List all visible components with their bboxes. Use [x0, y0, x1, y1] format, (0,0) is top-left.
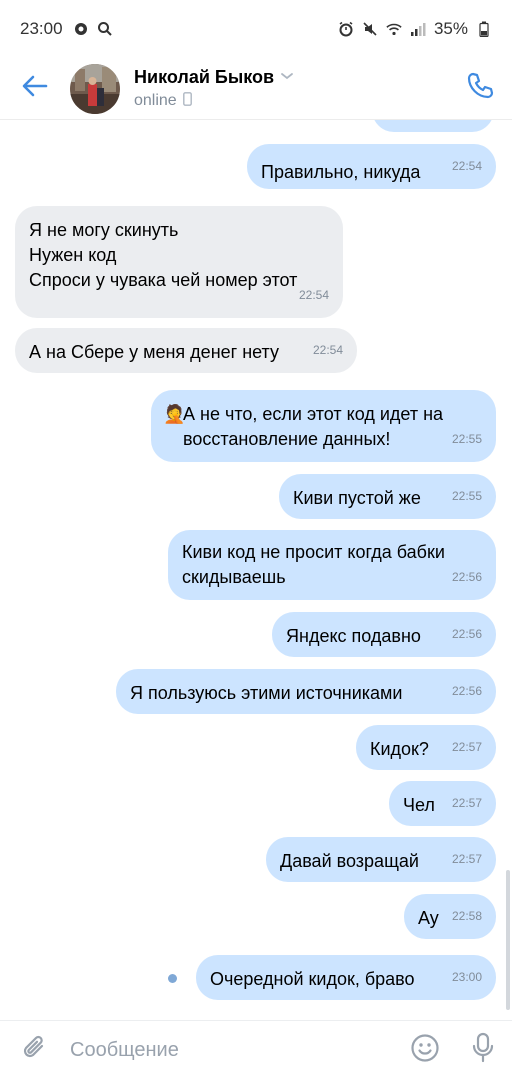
message-input[interactable]: [70, 1020, 396, 1080]
outgoing-message[interactable]: Чел 22:57: [389, 781, 496, 826]
message-text: Чел: [403, 795, 435, 815]
facepalm-emoji-icon: 🤦: [163, 404, 186, 424]
chat-header: Николай Быков online: [0, 58, 512, 120]
outgoing-message[interactable]: Киви пустой же 22:55: [279, 474, 496, 519]
message-time: 22:57: [451, 796, 482, 810]
message-text: Я не могу скинуть Нужен код Спроси у чув…: [29, 220, 298, 290]
attach-button[interactable]: [0, 1021, 70, 1080]
alarm-icon: [338, 21, 354, 37]
phone-icon: [465, 71, 495, 106]
voice-message-button[interactable]: [454, 1021, 512, 1080]
incoming-message[interactable]: А на Сбере у меня денег нету 22:54: [15, 328, 357, 373]
avatar[interactable]: [70, 63, 120, 114]
mute-icon: [362, 21, 378, 37]
message-time: 22:56: [451, 684, 482, 698]
message-text: Давай возращай: [280, 851, 419, 871]
message-text: А на Сбере у меня денег нету: [29, 342, 280, 362]
message-text: Очередной кидок, браво: [210, 969, 415, 989]
contact-name: Николай Быков: [134, 66, 275, 87]
message-time: 22:55: [451, 489, 482, 503]
message-list[interactable]: Правильно, никуда 22:54 Я не могу скинуть …: [0, 120, 512, 1020]
message-time: 22:57: [451, 740, 482, 754]
contact-info[interactable]: Николай Быков online: [134, 67, 294, 111]
outgoing-message[interactable]: Давай возращай 22:57: [266, 837, 496, 882]
contact-status: online: [134, 92, 177, 109]
outgoing-message[interactable]: 🤦 А не что, если этот код идет на восстан…: [151, 390, 496, 462]
message-bubble-partial: [372, 120, 494, 132]
battery-icon: [476, 21, 492, 37]
outgoing-message[interactable]: Ау 22:58: [404, 894, 496, 939]
message-time: 22:55: [451, 432, 482, 446]
incoming-message[interactable]: Я не могу скинуть Нужен код Спроси у чув…: [15, 206, 343, 318]
message-time: 22:54: [298, 288, 329, 302]
message-text: Я пользуюсь этими источниками: [130, 683, 403, 703]
back-button[interactable]: [0, 58, 70, 120]
message-time: 22:58: [451, 909, 482, 923]
message-text: Киви пустой же: [293, 488, 421, 508]
message-text: А не что, если этот код идет на восстано…: [183, 404, 444, 449]
outgoing-message[interactable]: Правильно, никуда 22:54: [247, 144, 496, 189]
message-time: 22:54: [451, 159, 482, 173]
unread-indicator: [168, 973, 177, 983]
outgoing-message[interactable]: Яндекс подавно 22:56: [272, 612, 496, 657]
mobile-device-icon: [182, 91, 192, 111]
smile-icon: [410, 1033, 440, 1068]
message-text: Яндекс подавно: [286, 626, 421, 646]
status-time: 23:00: [20, 19, 63, 38]
arrow-left-icon: [22, 75, 48, 102]
chevron-down-icon: [280, 68, 294, 86]
battery-percent: 35%: [433, 19, 468, 38]
message-text: Ау: [418, 908, 439, 928]
search-status-icon: [97, 21, 113, 37]
message-time: 23:00: [451, 970, 482, 984]
outgoing-message[interactable]: Очередной кидок, браво 23:00: [196, 955, 496, 1000]
message-text: Киви код не просит когда бабки скидываеш…: [182, 542, 445, 587]
microphone-icon: [471, 1032, 495, 1069]
outgoing-message[interactable]: Кидок? 22:57: [356, 725, 496, 770]
message-time: 22:56: [451, 570, 482, 584]
message-time: 22:57: [451, 852, 482, 866]
scrollbar[interactable]: [506, 870, 510, 1010]
message-time: 22:56: [451, 627, 482, 641]
status-bar: 23:00 35%: [0, 0, 512, 58]
message-text: Кидок?: [370, 739, 429, 759]
outgoing-message[interactable]: Я пользуюсь этими источниками 22:56: [116, 669, 496, 714]
paperclip-icon: [22, 1034, 48, 1067]
outgoing-message[interactable]: Киви код не просит когда бабки скидываеш…: [168, 530, 496, 600]
notification-icon: [73, 21, 89, 37]
signal-icon: [410, 21, 426, 37]
emoji-button[interactable]: [396, 1021, 454, 1080]
message-text: Правильно, никуда: [261, 162, 421, 182]
message-time: 22:54: [312, 343, 343, 357]
wifi-icon: [386, 21, 402, 37]
composer: [0, 1020, 512, 1080]
call-button[interactable]: [448, 58, 512, 120]
